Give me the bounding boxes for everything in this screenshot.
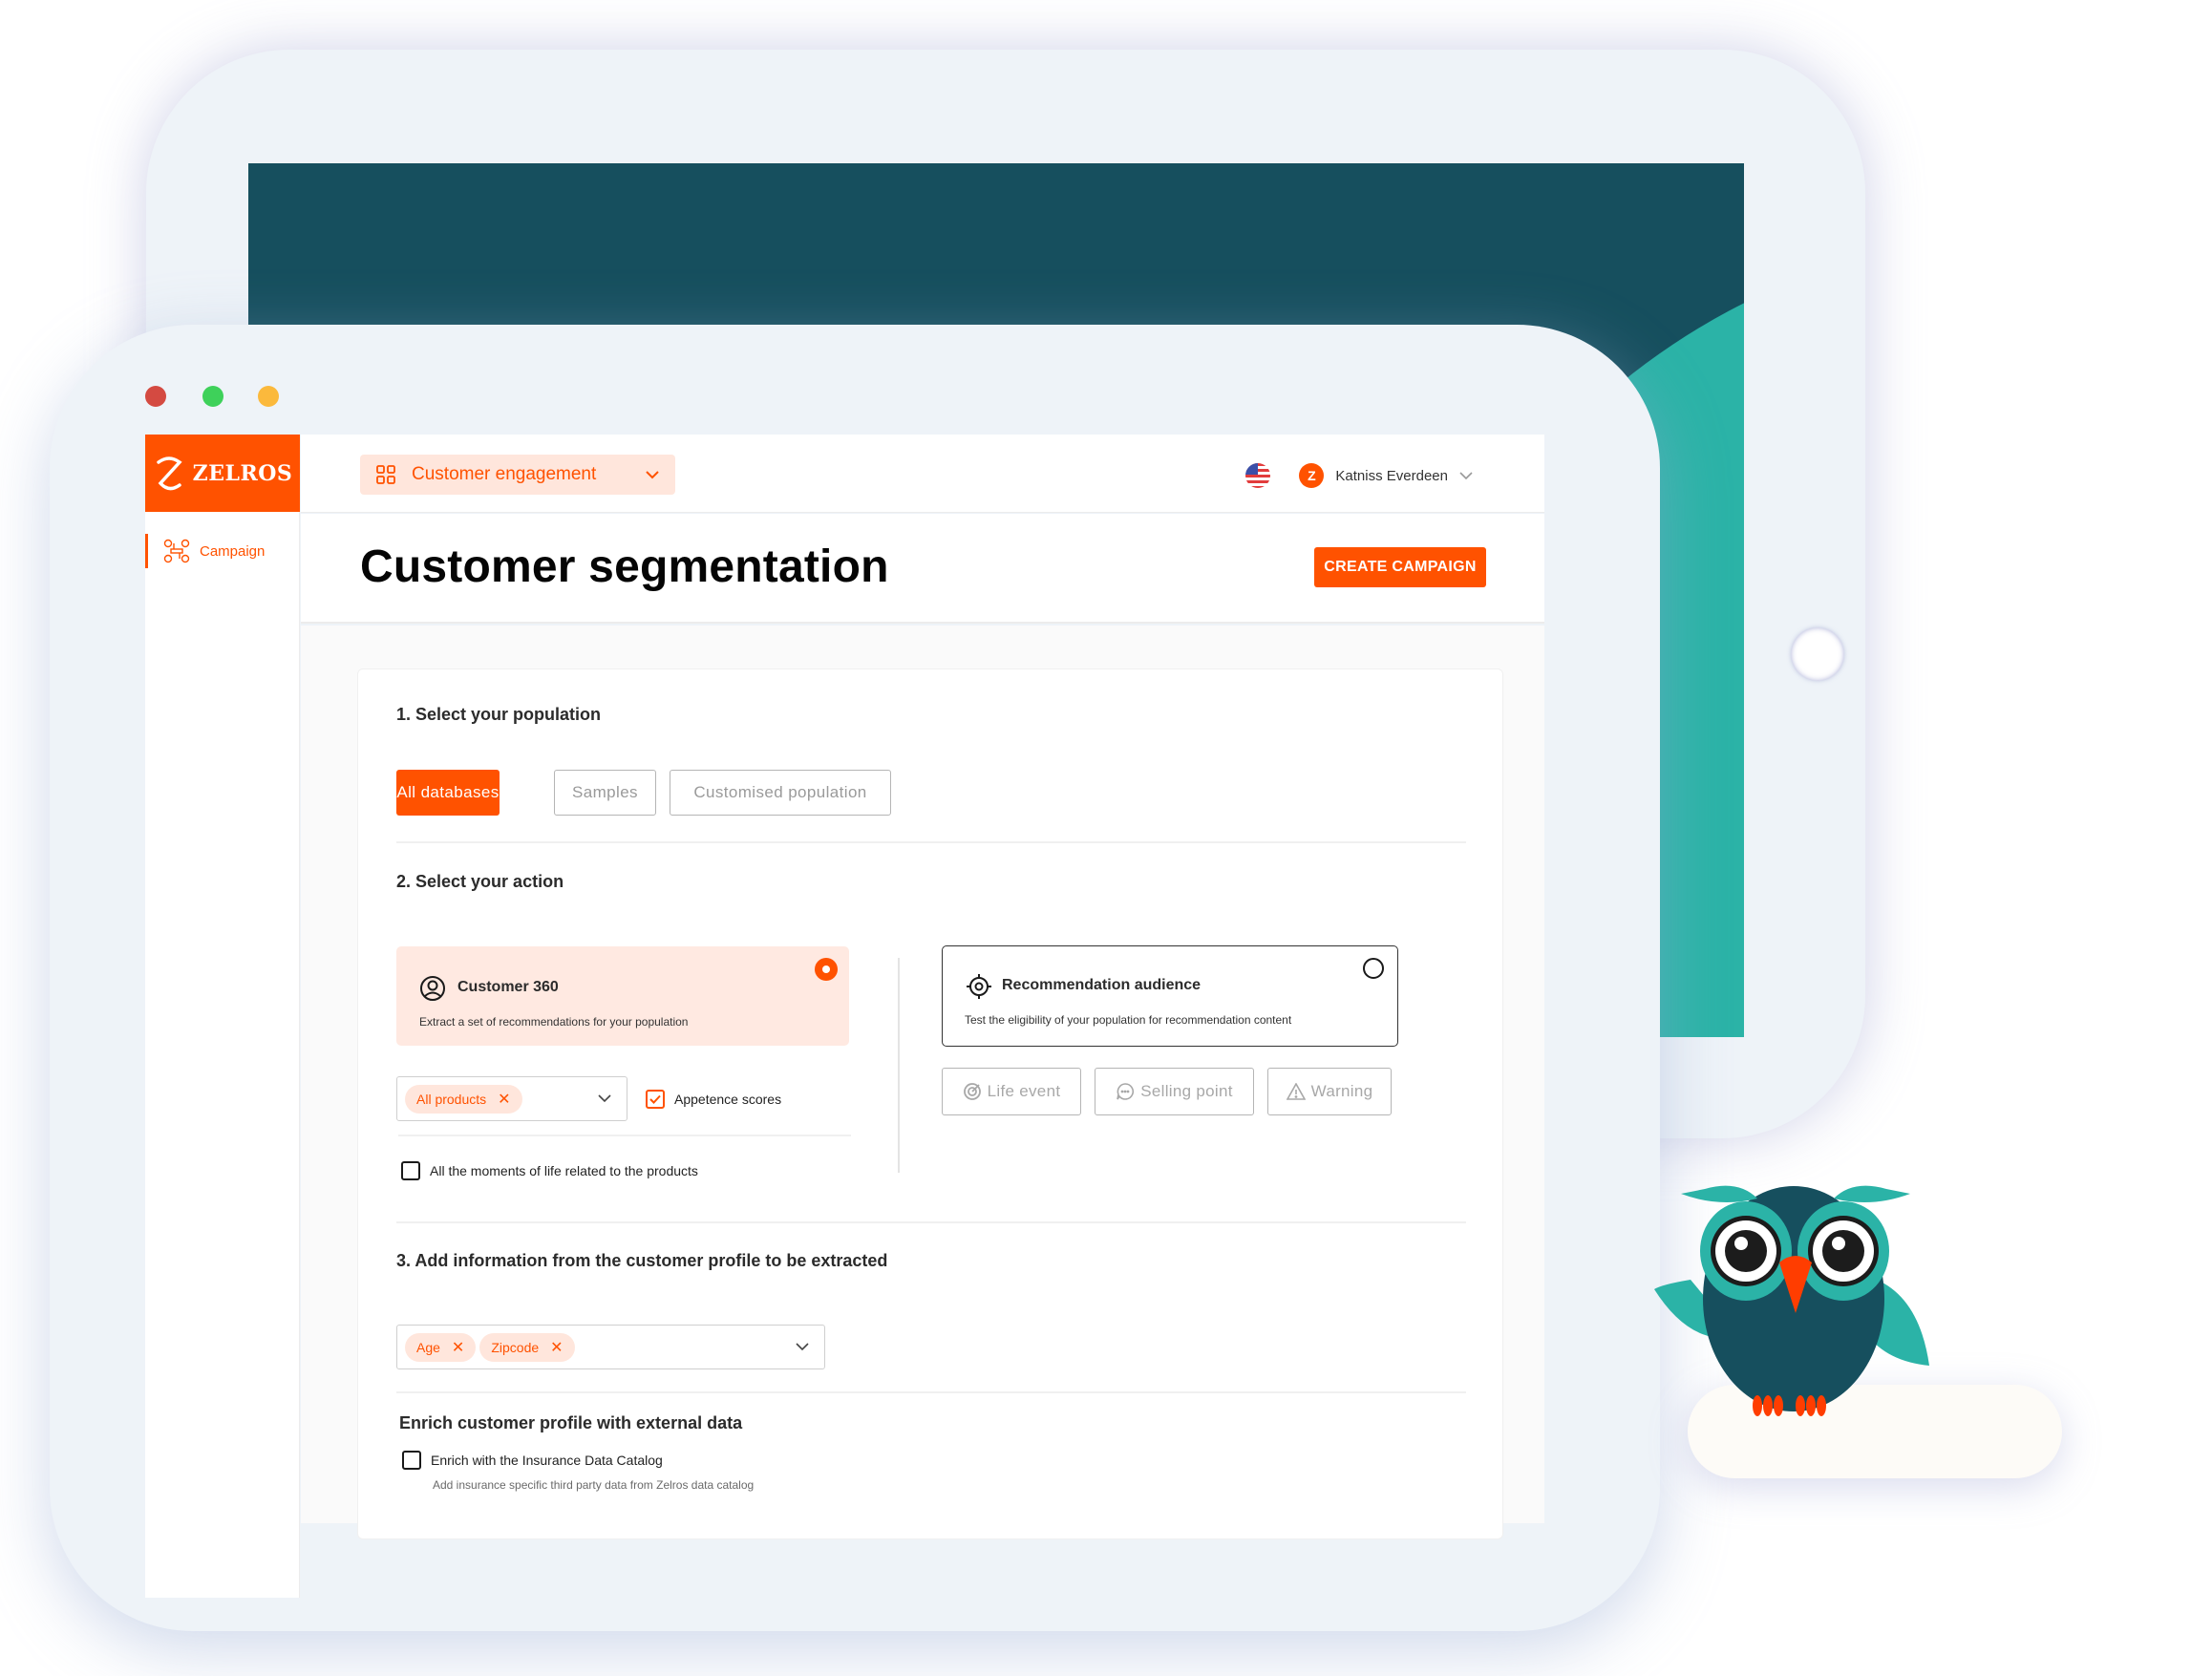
chevron-down-icon [598, 1094, 611, 1103]
chevron-down-icon[interactable] [1459, 471, 1473, 480]
close-icon[interactable]: ✕ [452, 1338, 464, 1357]
chip-age: Age ✕ [405, 1332, 477, 1362]
window-minimize-button[interactable] [202, 386, 223, 407]
us-flag-icon[interactable] [1245, 463, 1271, 488]
chat-bubble-icon [1117, 1083, 1135, 1100]
close-icon[interactable]: ✕ [498, 1090, 510, 1109]
option-selling-point[interactable]: Selling point [1095, 1068, 1254, 1115]
section-title-enrich: Enrich customer profile with external da… [399, 1413, 743, 1432]
top-bar: Customer engagement Z Katniss Everdeen [301, 435, 1544, 513]
sidebar-item-label: Campaign [200, 542, 266, 560]
option-label: Life event [987, 1082, 1061, 1100]
checkbox-label: Appetence scores [674, 1092, 782, 1107]
chip-label: All products [416, 1091, 487, 1107]
brand-name: ZELROS [192, 460, 293, 486]
section-title-profile-info: 3. Add information from the customer pro… [396, 1251, 888, 1270]
chip-all-products: All products ✕ [405, 1084, 522, 1114]
divider [396, 1391, 1466, 1393]
population-samples[interactable]: Samples [554, 770, 656, 816]
grid-icon [376, 465, 395, 484]
close-icon[interactable]: ✕ [550, 1338, 563, 1357]
option-warning[interactable]: Warning [1267, 1068, 1392, 1115]
radio-unselected[interactable] [1363, 958, 1384, 979]
user-circle-icon [420, 976, 445, 1001]
population-customised[interactable]: Customised population [670, 770, 891, 816]
home-button [1791, 627, 1844, 681]
chip-zipcode: Zipcode ✕ [479, 1332, 575, 1362]
divider [398, 1135, 851, 1136]
workspace-label: Customer engagement [412, 464, 597, 484]
checkbox-icon[interactable] [401, 1161, 420, 1180]
action-card-title: Recommendation audience [1002, 977, 1202, 993]
main-content: Customer engagement Z Katniss Everdeen C… [301, 435, 1544, 1598]
option-life-event[interactable]: Life event [942, 1068, 1081, 1115]
window-maximize-button[interactable] [258, 386, 279, 407]
action-card-description: Test the eligibility of your population … [965, 1013, 1292, 1027]
divider [396, 1221, 1466, 1223]
avatar[interactable]: Z [1299, 463, 1325, 488]
chip-label: Zipcode [491, 1339, 540, 1355]
app: ZELROS Campaign Customer engagement Z Ka… [145, 435, 1544, 1598]
checkbox-label: All the moments of life related to the p… [430, 1163, 698, 1178]
checkbox-icon[interactable] [402, 1451, 421, 1470]
action-card-description: Extract a set of recommendations for you… [419, 1015, 689, 1029]
moments-of-life-checkbox[interactable]: All the moments of life related to the p… [401, 1161, 698, 1180]
section-title-population: 1. Select your population [396, 705, 602, 724]
sidebar: ZELROS Campaign [145, 435, 300, 1598]
zelros-logo[interactable]: ZELROS [145, 435, 300, 512]
segmentation-form: 1. Select your population All databases … [357, 668, 1503, 1539]
enrich-checkbox[interactable]: Enrich with the Insurance Data Catalog [402, 1451, 663, 1470]
user-name[interactable]: Katniss Everdeen [1335, 468, 1448, 484]
appetence-scores-checkbox[interactable]: Appetence scores [646, 1090, 781, 1109]
vertical-divider [898, 958, 900, 1173]
workspace-select[interactable]: Customer engagement [360, 455, 675, 495]
window-close-button[interactable] [145, 386, 166, 407]
chevron-down-icon [646, 471, 659, 479]
option-label: Warning [1310, 1082, 1373, 1100]
option-label: Selling point [1140, 1082, 1233, 1100]
chip-label: Age [416, 1339, 440, 1355]
chevron-down-icon [796, 1343, 809, 1351]
owl-icon [1654, 1185, 1929, 1416]
zelros-z-icon [156, 456, 182, 490]
life-event-icon [963, 1083, 981, 1100]
sidebar-item-campaign[interactable]: Campaign [145, 534, 300, 568]
target-icon [967, 974, 991, 999]
action-card-customer-360[interactable]: Customer 360 Extract a set of recommenda… [396, 946, 849, 1046]
profile-fields-select[interactable]: Age ✕ Zipcode ✕ [396, 1325, 825, 1369]
section-title-action: 2. Select your action [396, 872, 564, 891]
checkbox-checked-icon[interactable] [646, 1090, 665, 1109]
page-title: Customer segmentation [360, 541, 889, 592]
create-campaign-button[interactable]: CREATE CAMPAIGN [1314, 547, 1486, 587]
action-card-recommendation-audience[interactable]: Recommendation audience Test the eligibi… [942, 945, 1398, 1047]
population-all-databases[interactable]: All databases [396, 770, 500, 816]
owl-mascot [1652, 1156, 2130, 1499]
radio-selected[interactable] [815, 958, 838, 981]
campaign-network-icon [163, 539, 190, 563]
products-select[interactable]: All products ✕ [396, 1076, 627, 1121]
divider [396, 841, 1466, 843]
warning-icon [1286, 1083, 1306, 1100]
checkbox-label: Enrich with the Insurance Data Catalog [431, 1453, 663, 1468]
action-card-title: Customer 360 [457, 979, 559, 995]
enrich-description: Add insurance specific third party data … [433, 1478, 755, 1492]
title-bar: Customer segmentation CREATE CAMPAIGN [301, 514, 1544, 624]
user-area: Z Katniss Everdeen [1245, 463, 1473, 488]
